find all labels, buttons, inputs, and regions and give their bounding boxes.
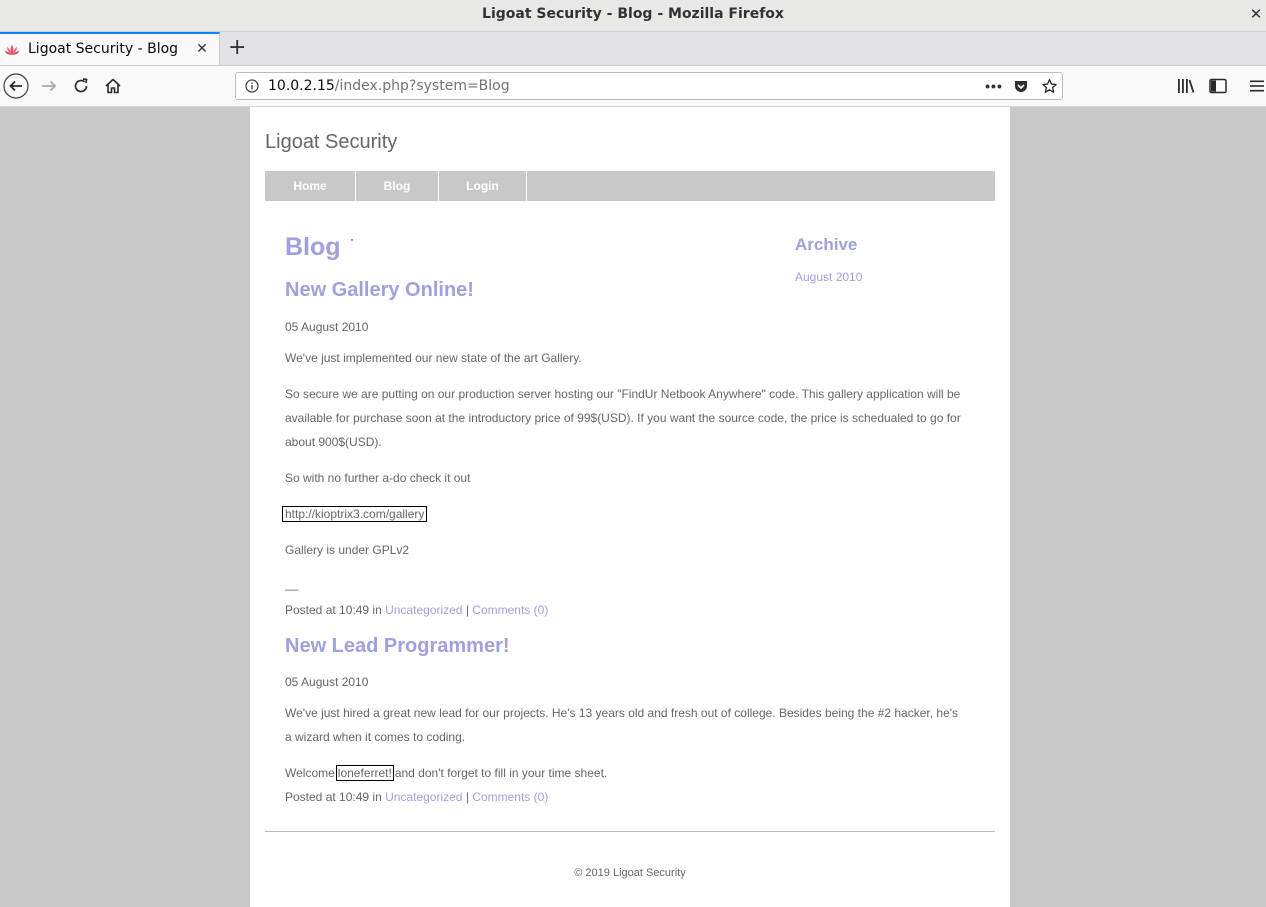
tab-title: Ligoat Security - Blog: [28, 41, 179, 57]
archive-link-august-2010[interactable]: August 2010: [795, 270, 862, 284]
home-icon: [105, 78, 121, 94]
menu-item-blog[interactable]: Blog: [356, 171, 439, 201]
bookmark-star-button[interactable]: [1039, 77, 1059, 95]
url-path: /index.php?system=Blog: [334, 78, 510, 94]
meta-separator: |: [465, 790, 469, 804]
window-titlebar: Ligoat Security - Blog - Mozilla Firefox…: [0, 0, 1266, 32]
sidebar-toggle-button[interactable]: [1208, 76, 1228, 96]
main-menu: Home Blog Login: [265, 171, 995, 201]
url-host: 10.0.2.15: [268, 78, 335, 94]
comments-link[interactable]: Comments (0): [472, 790, 548, 804]
info-icon[interactable]: [245, 79, 259, 93]
forward-button[interactable]: [35, 72, 63, 100]
post-paragraph: So secure we are putting on our producti…: [285, 387, 961, 401]
address-bar[interactable]: 10.0.2.15/index.php?system=Blog •••: [235, 72, 1063, 100]
comments-link[interactable]: Comments (0): [472, 603, 548, 617]
post-paragraph: a wizard when it comes to coding.: [285, 730, 466, 744]
page-container: Ligoat Security Home Blog Login Blog · N…: [250, 107, 1010, 907]
new-tab-button[interactable]: +: [228, 35, 246, 61]
loneferret-link[interactable]: loneferret!: [335, 765, 394, 781]
post-paragraph: Gallery is under GPLv2: [285, 543, 410, 557]
menu-item-login[interactable]: Login: [439, 171, 527, 201]
lotus-favicon-icon: [5, 45, 19, 55]
back-button[interactable]: [2, 72, 30, 100]
back-arrow-icon: [3, 73, 29, 99]
tab-blog[interactable]: Ligoat Security - Blog ✕: [0, 32, 220, 65]
post-separator: __: [285, 577, 299, 591]
home-button[interactable]: [99, 72, 127, 100]
footer-divider: [265, 831, 995, 832]
url-text[interactable]: 10.0.2.15/index.php?system=Blog: [268, 78, 510, 94]
post-date: 05 August 2010: [285, 675, 369, 689]
pocket-icon: [1015, 81, 1027, 92]
post-meta: Posted at 10:49 in Uncategorized | Comme…: [285, 598, 980, 622]
page-viewport: Ligoat Security Home Blog Login Blog · N…: [0, 107, 1266, 907]
site-title: Ligoat Security: [265, 131, 398, 153]
post-date: 05 August 2010: [285, 320, 369, 334]
window-title: Ligoat Security - Blog - Mozilla Firefox: [482, 6, 784, 22]
tab-strip: Ligoat Security - Blog ✕ +: [0, 32, 1266, 66]
pocket-button[interactable]: [1011, 77, 1031, 95]
post-title-gallery[interactable]: New Gallery Online!: [285, 279, 474, 302]
category-link[interactable]: Uncategorized: [385, 790, 462, 804]
close-icon[interactable]: ✕: [1248, 4, 1264, 24]
post-paragraph: We've just hired a great new lead for ou…: [285, 706, 959, 720]
welcome-tail: and don't forget to fill in your time sh…: [394, 766, 608, 780]
sidebar-icon: [1209, 78, 1227, 94]
reload-button[interactable]: [67, 72, 95, 100]
reload-icon: [74, 78, 88, 93]
forward-arrow-icon: [42, 80, 57, 92]
library-icon: [1178, 79, 1195, 93]
gallery-link[interactable]: http://kioptrix3.com/gallery: [282, 506, 428, 522]
posted-at: Posted at 10:49 in: [285, 603, 382, 617]
blog-heading-dot: ·: [350, 232, 354, 246]
welcome-text: Welcome: [285, 766, 335, 780]
post-meta: Posted at 10:49 in Uncategorized | Comme…: [285, 785, 980, 809]
menu-item-home[interactable]: Home: [265, 171, 356, 201]
post-paragraph: available for purchase soon at the intro…: [285, 411, 961, 425]
post-paragraph: Welcome loneferret! and don't forget to fi…: [285, 761, 980, 785]
post-paragraph: about 900$(USD).: [285, 435, 382, 449]
footer-copyright: © 2019 Ligoat Security: [574, 867, 686, 879]
posted-at: Posted at 10:49 in: [285, 790, 382, 804]
category-link[interactable]: Uncategorized: [385, 603, 462, 617]
post-paragraph: We've just implemented our new state of …: [285, 351, 582, 365]
archive-heading: Archive: [795, 235, 858, 254]
page-actions-icon[interactable]: •••: [984, 77, 1004, 95]
star-icon: [1041, 78, 1057, 93]
hamburger-menu-icon: [1250, 80, 1264, 92]
navigation-toolbar: 10.0.2.15/index.php?system=Blog •••: [0, 66, 1266, 107]
post-paragraph: So with no further a-do check it out: [285, 471, 471, 485]
blog-heading: Blog: [285, 233, 341, 261]
menu-button[interactable]: [1247, 76, 1266, 96]
post-title-lead-programmer[interactable]: New Lead Programmer!: [285, 635, 510, 658]
tab-close-icon[interactable]: ✕: [195, 41, 209, 57]
library-button[interactable]: [1176, 76, 1196, 96]
meta-separator: |: [465, 603, 469, 617]
